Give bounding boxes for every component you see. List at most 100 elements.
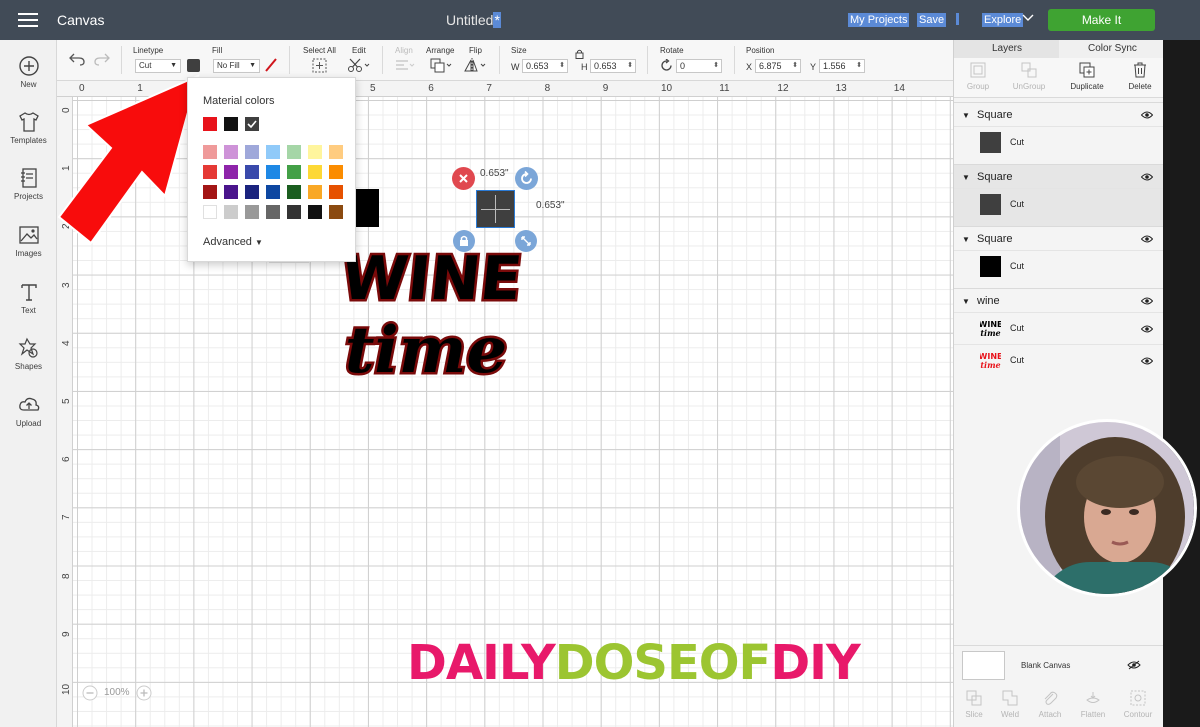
color-swatch[interactable] <box>287 165 301 179</box>
ungroup-button[interactable]: UnGroup <box>1009 62 1049 91</box>
black-square-shape[interactable] <box>356 189 379 227</box>
layer-group[interactable]: ▼ Square Cut <box>954 226 1164 288</box>
color-swatch[interactable] <box>266 145 280 159</box>
document-title[interactable]: Untitled* <box>446 12 501 28</box>
eye-slash-icon[interactable] <box>1127 660 1141 670</box>
color-swatch[interactable] <box>245 117 259 131</box>
sidebar-item-images[interactable]: Images <box>0 223 57 258</box>
color-swatch[interactable] <box>245 205 259 219</box>
position-x-field[interactable]: 6.875 ⬍ <box>755 59 801 73</box>
hamburger-menu-icon[interactable] <box>18 13 38 27</box>
color-swatch[interactable] <box>245 185 259 199</box>
color-swatch[interactable] <box>245 165 259 179</box>
color-swatch[interactable] <box>224 145 238 159</box>
layer-header[interactable]: ▼ Square <box>954 102 1164 126</box>
rotate-handle[interactable] <box>515 167 538 190</box>
weld-button[interactable]: Weld <box>990 690 1030 719</box>
explore-link[interactable]: Explore <box>982 13 1024 27</box>
color-swatch[interactable] <box>203 165 217 179</box>
eye-icon[interactable] <box>1141 297 1153 305</box>
color-swatch[interactable] <box>224 165 238 179</box>
color-swatch[interactable] <box>245 145 259 159</box>
width-field[interactable]: 0.653 ⬍ <box>522 59 568 73</box>
color-swatch[interactable] <box>266 165 280 179</box>
caret-down-icon[interactable]: ▼ <box>962 235 970 244</box>
color-swatch[interactable] <box>329 205 343 219</box>
zoom-in-icon[interactable] <box>136 685 152 701</box>
eye-icon[interactable] <box>1141 111 1153 119</box>
sidebar-item-projects[interactable]: Projects <box>0 166 57 201</box>
flip-icon[interactable] <box>464 58 488 73</box>
height-field[interactable]: 0.653 ⬍ <box>590 59 636 73</box>
duplicate-button[interactable]: Duplicate <box>1067 62 1107 91</box>
stepper-icon[interactable]: ⬍ <box>559 60 565 72</box>
color-swatch[interactable] <box>287 145 301 159</box>
color-swatch[interactable] <box>329 185 343 199</box>
layer-group-selected[interactable]: ▼ Square Cut <box>954 164 1164 226</box>
stepper-icon[interactable]: ⬍ <box>627 60 633 72</box>
color-swatch[interactable] <box>224 205 238 219</box>
layer-header[interactable]: ▼ Square <box>954 226 1164 250</box>
delete-handle[interactable] <box>452 167 475 190</box>
color-swatch[interactable] <box>203 205 217 219</box>
undo-icon[interactable] <box>69 52 85 66</box>
stepper-icon[interactable]: ⬍ <box>792 60 798 72</box>
eye-icon[interactable] <box>1141 357 1153 365</box>
blank-canvas-swatch[interactable] <box>962 651 1005 680</box>
layer-header[interactable]: ▼ wine <box>954 288 1164 312</box>
sidebar-item-templates[interactable]: Templates <box>0 110 57 145</box>
select-all-icon[interactable] <box>312 58 327 73</box>
layer-group-wine[interactable]: ▼ wine WINE time Cut WINE time Cut <box>954 288 1164 378</box>
position-y-field[interactable]: 1.556 ⬍ <box>819 59 865 73</box>
eye-icon[interactable] <box>1141 235 1153 243</box>
flatten-button[interactable]: Flatten <box>1073 690 1113 719</box>
color-swatch[interactable] <box>203 117 217 131</box>
wine-time-artwork[interactable]: WINE time <box>341 237 531 392</box>
color-swatch[interactable] <box>308 165 322 179</box>
color-swatch[interactable] <box>287 185 301 199</box>
redo-icon[interactable] <box>94 52 110 66</box>
color-swatch[interactable] <box>266 205 280 219</box>
color-swatch[interactable] <box>308 185 322 199</box>
color-swatch[interactable] <box>308 205 322 219</box>
contour-button[interactable]: Contour <box>1118 690 1158 719</box>
tab-color-sync[interactable]: Color Sync <box>1088 43 1137 54</box>
slice-button[interactable]: Slice <box>954 690 994 719</box>
delete-button[interactable]: Delete <box>1120 62 1160 91</box>
color-swatch[interactable] <box>224 185 238 199</box>
layer-header[interactable]: ▼ Square <box>954 164 1164 188</box>
selected-square-shape[interactable] <box>476 190 515 228</box>
eye-icon[interactable] <box>1141 173 1153 181</box>
layer-row[interactable]: Cut <box>954 126 1164 158</box>
layer-row[interactable]: Cut <box>954 250 1164 282</box>
layer-row[interactable]: WINE time Cut <box>954 344 1164 376</box>
attach-button[interactable]: Attach <box>1030 690 1070 719</box>
color-swatch[interactable] <box>287 205 301 219</box>
zoom-out-icon[interactable] <box>82 685 98 701</box>
scissors-icon[interactable] <box>347 58 371 73</box>
stepper-icon[interactable]: ⬍ <box>856 60 862 72</box>
color-swatch[interactable] <box>203 185 217 199</box>
lock-icon[interactable] <box>575 49 584 59</box>
color-swatch[interactable] <box>329 145 343 159</box>
no-fill-swatch-icon[interactable] <box>264 58 278 72</box>
color-swatch[interactable] <box>203 145 217 159</box>
sidebar-item-text[interactable]: Text <box>0 280 57 315</box>
caret-down-icon[interactable]: ▼ <box>962 297 970 306</box>
caret-down-icon[interactable]: ▼ <box>962 173 970 182</box>
color-swatch[interactable] <box>308 145 322 159</box>
layer-row[interactable]: Cut <box>954 188 1164 220</box>
eye-icon[interactable] <box>1141 325 1153 333</box>
layer-group[interactable]: ▼ Square Cut <box>954 102 1164 164</box>
arrange-icon[interactable] <box>430 58 454 73</box>
fill-select[interactable]: No Fill ▼ <box>213 59 260 73</box>
make-it-button[interactable]: Make It <box>1048 9 1155 31</box>
advanced-toggle[interactable]: Advanced ▼ <box>203 236 263 248</box>
color-swatch[interactable] <box>329 165 343 179</box>
rotate-field[interactable]: 0 ⬍ <box>676 59 722 73</box>
group-button[interactable]: Group <box>958 62 998 91</box>
my-projects-link[interactable]: My Projects <box>848 13 910 27</box>
layer-row[interactable]: WINE time Cut <box>954 312 1164 344</box>
color-swatch[interactable] <box>224 117 238 131</box>
tab-layers[interactable]: Layers <box>992 43 1022 54</box>
